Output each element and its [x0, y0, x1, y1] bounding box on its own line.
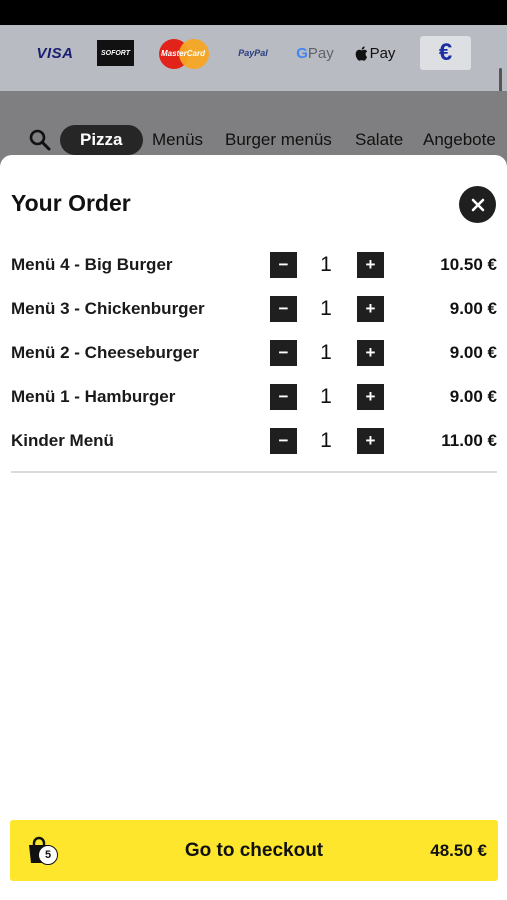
category-tab-salate[interactable]: Salate: [355, 125, 403, 155]
decrease-quantity-button[interactable]: −: [270, 428, 297, 454]
order-item-row: Menü 4 - Big Burger − 1 + 10.50 €: [0, 250, 507, 294]
category-tab-menus[interactable]: Menüs: [152, 125, 203, 155]
decrease-quantity-button[interactable]: −: [270, 296, 297, 322]
item-quantity: 1: [320, 253, 332, 276]
increase-quantity-button[interactable]: +: [357, 428, 384, 454]
item-name: Menü 4 - Big Burger: [11, 255, 173, 274]
order-item-row: Kinder Menü − 1 + 11.00 €: [0, 426, 507, 470]
item-price: 9.00 €: [449, 343, 497, 362]
search-icon[interactable]: [28, 128, 52, 152]
item-quantity: 1: [320, 429, 332, 452]
checkout-label: Go to checkout: [184, 839, 324, 861]
status-bar: [0, 0, 507, 25]
order-item-row: Menü 3 - Chickenburger − 1 + 9.00 €: [0, 294, 507, 338]
checkout-total: 48.50 €: [430, 840, 487, 860]
apple-icon: [355, 45, 367, 61]
category-tab-pizza[interactable]: Pizza: [60, 125, 143, 155]
google-pay-logo: G Pay: [296, 44, 334, 62]
visa-logo: VISA: [36, 44, 74, 62]
order-divider: [11, 471, 497, 473]
increase-quantity-button[interactable]: +: [357, 296, 384, 322]
item-name: Menü 2 - Cheeseburger: [11, 343, 199, 362]
sofort-logo: SOFORT: [97, 40, 134, 66]
apple-pay-logo: Pay: [354, 39, 396, 67]
item-quantity: 1: [320, 341, 332, 364]
increase-quantity-button[interactable]: +: [357, 252, 384, 278]
checkout-button[interactable]: 5 Go to checkout 48.50 €: [10, 820, 498, 881]
category-tab-angebote[interactable]: Angebote: [423, 125, 496, 155]
payment-methods-bar: VISA SOFORT MasterCard PayPal G Pay Pay €: [0, 25, 507, 110]
item-name: Menü 1 - Hamburger: [11, 387, 176, 406]
increase-quantity-button[interactable]: +: [357, 340, 384, 366]
currency-euro-button[interactable]: €: [420, 36, 471, 70]
decrease-quantity-button[interactable]: −: [270, 252, 297, 278]
order-item-row: Menü 1 - Hamburger − 1 + 9.00 €: [0, 382, 507, 426]
item-name: Kinder Menü: [11, 431, 114, 450]
decrease-quantity-button[interactable]: −: [270, 340, 297, 366]
order-item-row: Menü 2 - Cheeseburger − 1 + 9.00 €: [0, 338, 507, 382]
close-button[interactable]: [459, 186, 496, 223]
category-tab-burger-menus[interactable]: Burger menüs: [225, 125, 332, 155]
item-price: 9.00 €: [449, 299, 497, 318]
item-name: Menü 3 - Chickenburger: [11, 299, 205, 318]
close-icon: [471, 198, 484, 211]
item-price: 9.00 €: [449, 387, 497, 406]
mastercard-logo: MasterCard: [157, 39, 209, 69]
item-price: 11.00 €: [441, 431, 497, 450]
order-title: Your Order: [11, 190, 131, 216]
decrease-quantity-button[interactable]: −: [270, 384, 297, 410]
increase-quantity-button[interactable]: +: [357, 384, 384, 410]
item-price: 10.50 €: [440, 255, 497, 274]
order-sheet: Your Order Menü 4 - Big Burger − 1 + 10.…: [0, 155, 507, 900]
paypal-logo: PayPal: [238, 48, 268, 58]
item-quantity: 1: [320, 385, 332, 408]
item-quantity: 1: [320, 297, 332, 320]
